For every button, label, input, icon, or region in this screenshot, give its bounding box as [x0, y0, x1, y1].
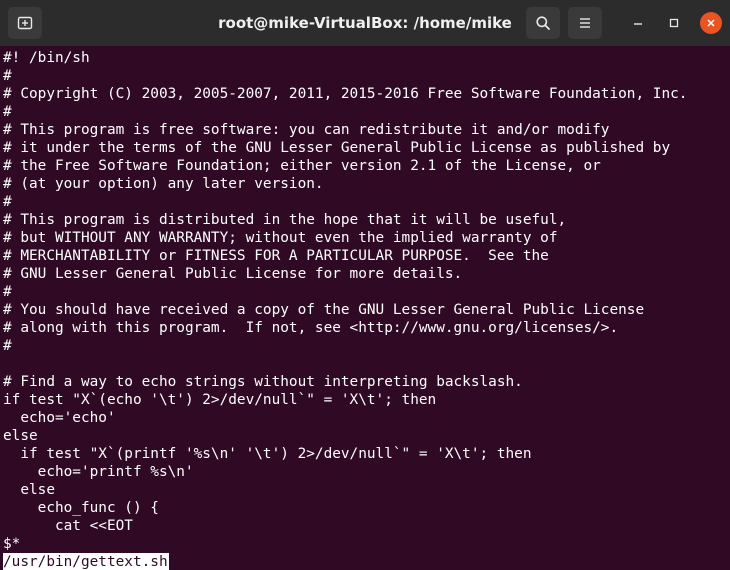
maximize-button[interactable] [663, 12, 685, 34]
terminal-line: # GNU Lesser General Public License for … [3, 266, 463, 282]
menu-button[interactable] [568, 7, 602, 39]
terminal-line: # Find a way to echo strings without int… [3, 374, 523, 390]
terminal-line: # the Free Software Foundation; either v… [3, 158, 601, 174]
terminal-line: # [3, 104, 12, 120]
terminal-line: # This program is distributed in the hop… [3, 212, 567, 228]
terminal-line: echo='echo' [3, 410, 116, 426]
terminal-line: # (at your option) any later version. [3, 176, 324, 192]
terminal-line: # along with this program. If not, see <… [3, 320, 619, 336]
terminal-line: # Copyright (C) 2003, 2005-2007, 2011, 2… [3, 86, 688, 102]
terminal-line: else [3, 482, 55, 498]
pager-status-line: /usr/bin/gettext.sh [3, 553, 169, 570]
terminal-line: # This program is free software: you can… [3, 122, 610, 138]
terminal-area[interactable]: #! /bin/sh # # Copyright (C) 2003, 2005-… [0, 46, 730, 570]
title-bar[interactable]: root@mike-VirtualBox: /home/mike [0, 0, 730, 46]
terminal-output: #! /bin/sh # # Copyright (C) 2003, 2005-… [3, 49, 687, 553]
minimize-button[interactable] [627, 12, 649, 34]
terminal-line: echo='printf %s\n' [3, 464, 194, 480]
terminal-line: else [3, 428, 38, 444]
terminal-line: cat <<EOT [3, 518, 133, 534]
terminal-line: # but WITHOUT ANY WARRANTY; without even… [3, 230, 558, 246]
terminal-window: root@mike-VirtualBox: /home/mike #! /bin… [0, 0, 730, 570]
maximize-icon [669, 18, 679, 28]
minimize-icon [634, 23, 642, 25]
terminal-line: # You should have received a copy of the… [3, 302, 645, 318]
terminal-line: # [3, 194, 12, 210]
search-button[interactable] [526, 7, 560, 39]
terminal-line: if test "X`(echo '\t') 2>/dev/null`" = '… [3, 392, 437, 408]
terminal-line: # [3, 284, 12, 300]
terminal-line: # [3, 338, 12, 354]
close-button[interactable] [700, 12, 722, 34]
terminal-line: echo_func () { [3, 500, 159, 516]
window-title: root@mike-VirtualBox: /home/mike [218, 14, 512, 32]
terminal-line: #! /bin/sh [3, 50, 90, 66]
new-tab-button[interactable] [8, 7, 42, 39]
search-icon [536, 16, 550, 30]
terminal-line: if test "X`(printf '%s\n' '\t') 2>/dev/n… [3, 446, 532, 462]
terminal-line: # MERCHANTABILITY or FITNESS FOR A PARTI… [3, 248, 549, 264]
terminal-line: $* [3, 536, 21, 552]
close-icon [707, 19, 715, 27]
terminal-line: # it under the terms of the GNU Lesser G… [3, 140, 671, 156]
new-tab-icon [17, 16, 33, 30]
terminal-line: # [3, 68, 12, 84]
hamburger-menu-icon [580, 18, 590, 28]
